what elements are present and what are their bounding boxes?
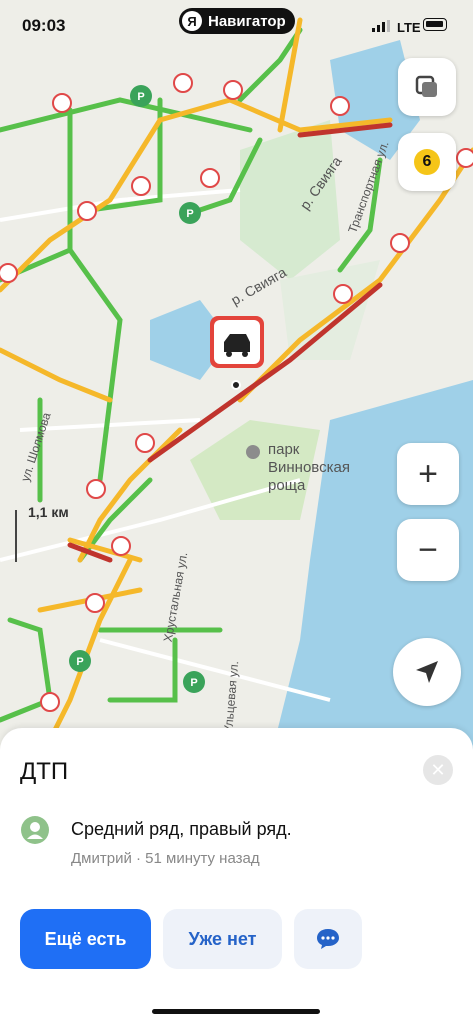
status-bar: 09:03 Я Навигатор LTE [0, 0, 473, 44]
status-time: 09:03 [22, 16, 66, 35]
network-type: LTE [397, 20, 421, 35]
chat-bubble-icon [317, 929, 339, 949]
navigation-arrow-icon [416, 661, 438, 683]
close-button[interactable]: ✕ [423, 755, 453, 785]
svg-text:P: P [137, 91, 144, 103]
comments-button[interactable] [294, 909, 362, 969]
layers-button[interactable] [398, 58, 456, 116]
park-label: парк Винновская роща [246, 441, 383, 495]
yandex-logo-icon: Я [182, 11, 202, 31]
incident-sheet: ДТП ✕ Средний ряд, правый ряд. Дмитрий ·… [0, 728, 473, 1024]
scale-label: 1,1 км [28, 504, 69, 520]
zoom-in-button[interactable]: + [397, 443, 459, 505]
app-name: Навигатор [208, 12, 286, 30]
user-avatar-icon [21, 816, 49, 844]
app-pill[interactable]: Я Навигатор [179, 8, 295, 34]
park-tree-icon [246, 445, 260, 459]
incident-meta: Дмитрий · 51 минуту назад [71, 850, 260, 867]
scale-bar [15, 510, 17, 562]
speed-limit-value: 6 [414, 149, 440, 175]
plus-icon: + [418, 455, 438, 493]
map-canvas[interactable]: P P P P [0, 0, 473, 760]
map[interactable]: PPPP р. Свияга р. Свияга Транспортная ул… [0, 0, 473, 760]
speed-limit-button[interactable]: 6 [398, 133, 456, 191]
close-icon: ✕ [430, 759, 446, 780]
incident-title: ДТП [20, 758, 69, 785]
minus-icon: − [418, 531, 438, 569]
svg-text:P: P [190, 677, 197, 689]
incident-comment: Средний ряд, правый ряд. [71, 819, 292, 839]
layers-icon [415, 75, 437, 97]
dtp-marker-icon[interactable] [210, 316, 264, 390]
zoom-out-button[interactable]: − [397, 519, 459, 581]
svg-text:P: P [186, 208, 193, 220]
battery-icon [423, 18, 447, 31]
gone-button[interactable]: Уже нет [163, 909, 282, 969]
home-indicator[interactable] [152, 1009, 320, 1014]
svg-text:P: P [76, 656, 83, 668]
still-there-button[interactable]: Ещё есть [20, 909, 151, 969]
my-location-button[interactable] [393, 638, 461, 706]
signal-icon [372, 20, 390, 32]
